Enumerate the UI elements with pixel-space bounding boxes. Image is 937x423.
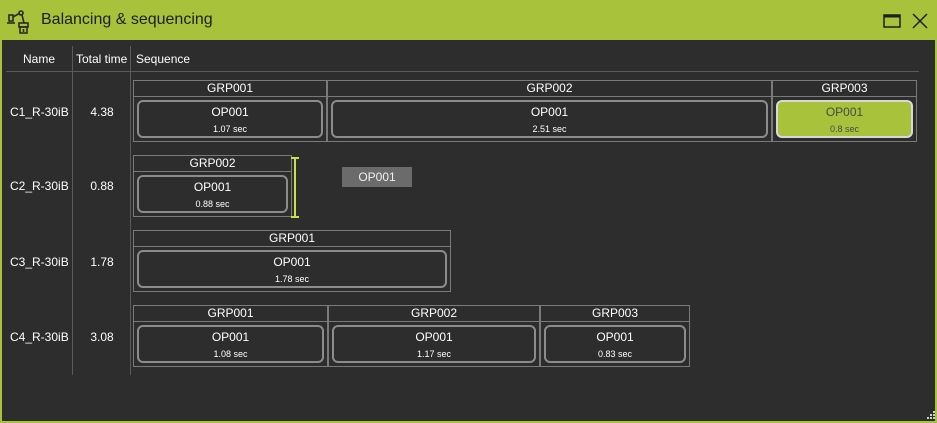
group-block[interactable]: GRP002 OP001 2.51 sec — [327, 80, 772, 142]
group-block[interactable]: GRP003 OP001 0.8 sec — [772, 80, 917, 142]
row-total-time: 3.08 — [90, 330, 114, 344]
column-header-total-time: Total time — [76, 52, 128, 66]
operation-block[interactable]: OP001 1.08 sec — [137, 325, 324, 363]
operation-block[interactable]: OP001 1.17 sec — [332, 325, 536, 363]
group-block[interactable]: GRP001 OP001 1.07 sec — [133, 80, 327, 142]
group-label: GRP002 — [329, 306, 539, 322]
balancing-sequencing-window: Balancing & sequencing Name Total time S… — [0, 0, 937, 423]
close-icon[interactable] — [908, 9, 932, 33]
operation-time: 1.07 sec — [212, 124, 248, 134]
dragged-operation[interactable]: OP001 — [342, 167, 412, 187]
operation-name: OP001 — [211, 105, 249, 119]
row-name: C4_R-30iB — [10, 330, 69, 344]
column-header-name: Name — [23, 52, 56, 66]
group-block[interactable]: GRP001 OP001 1.08 sec — [133, 305, 328, 367]
operation-name: OP001 — [415, 330, 453, 344]
column-header-sequence: Sequence — [136, 52, 191, 66]
title-bar[interactable]: Balancing & sequencing — [2, 2, 935, 40]
operation-name: OP001 — [273, 255, 311, 269]
operation-block[interactable]: OP001 2.51 sec — [331, 100, 768, 138]
operation-name: OP001 — [530, 105, 569, 119]
row-name: C3_R-30iB — [10, 255, 69, 269]
group-label: GRP001 — [134, 306, 327, 322]
group-label: GRP002 — [134, 156, 291, 172]
row-total-time: 0.88 — [90, 179, 114, 193]
operation-name: OP001 — [596, 330, 634, 344]
operation-time: 1.08 sec — [213, 349, 248, 359]
operation-time: 1.78 sec — [274, 274, 310, 284]
resize-grip-icon[interactable] — [924, 410, 935, 421]
group-label: GRP001 — [134, 81, 326, 97]
row-total-time: 4.38 — [90, 105, 114, 119]
robot-arm-icon — [7, 10, 29, 34]
window-title: Balancing & sequencing — [41, 11, 213, 28]
group-block[interactable]: GRP001 OP001 1.78 sec — [133, 230, 451, 292]
group-block[interactable]: GRP002 OP001 0.88 sec — [133, 155, 292, 217]
row-name: C2_R-30iB — [10, 179, 69, 193]
column-divider-time — [130, 46, 131, 375]
operation-name: OP001 — [825, 105, 864, 119]
insertion-marker — [291, 157, 299, 218]
operation-name: OP001 — [193, 180, 232, 194]
header-divider — [6, 71, 919, 72]
group-label: GRP001 — [134, 231, 450, 247]
group-label: GRP002 — [328, 81, 771, 97]
group-block[interactable]: GRP002 OP001 1.17 sec — [328, 305, 540, 367]
operation-block-selected[interactable]: OP001 0.8 sec — [776, 100, 913, 138]
operation-block[interactable]: OP001 1.07 sec — [137, 100, 323, 138]
group-label: GRP003 — [773, 81, 916, 97]
operation-block[interactable]: OP001 0.83 sec — [544, 325, 686, 363]
operation-block[interactable]: OP001 0.88 sec — [137, 175, 288, 213]
operation-time: 0.8 sec — [829, 124, 860, 134]
group-label: GRP003 — [541, 306, 689, 322]
operation-name: OP001 — [211, 330, 250, 344]
operation-time: 1.17 sec — [416, 349, 452, 359]
group-block[interactable]: GRP003 OP001 0.83 sec — [540, 305, 690, 367]
row-total-time: 1.78 — [90, 255, 114, 269]
column-divider-name — [72, 46, 73, 375]
operation-time: 2.51 sec — [532, 124, 567, 134]
row-name: C1_R-30iB — [10, 105, 69, 119]
operation-block[interactable]: OP001 1.78 sec — [137, 250, 447, 288]
operation-time: 0.88 sec — [195, 199, 230, 209]
operation-time: 0.83 sec — [597, 349, 633, 359]
maximize-icon[interactable] — [880, 9, 904, 33]
